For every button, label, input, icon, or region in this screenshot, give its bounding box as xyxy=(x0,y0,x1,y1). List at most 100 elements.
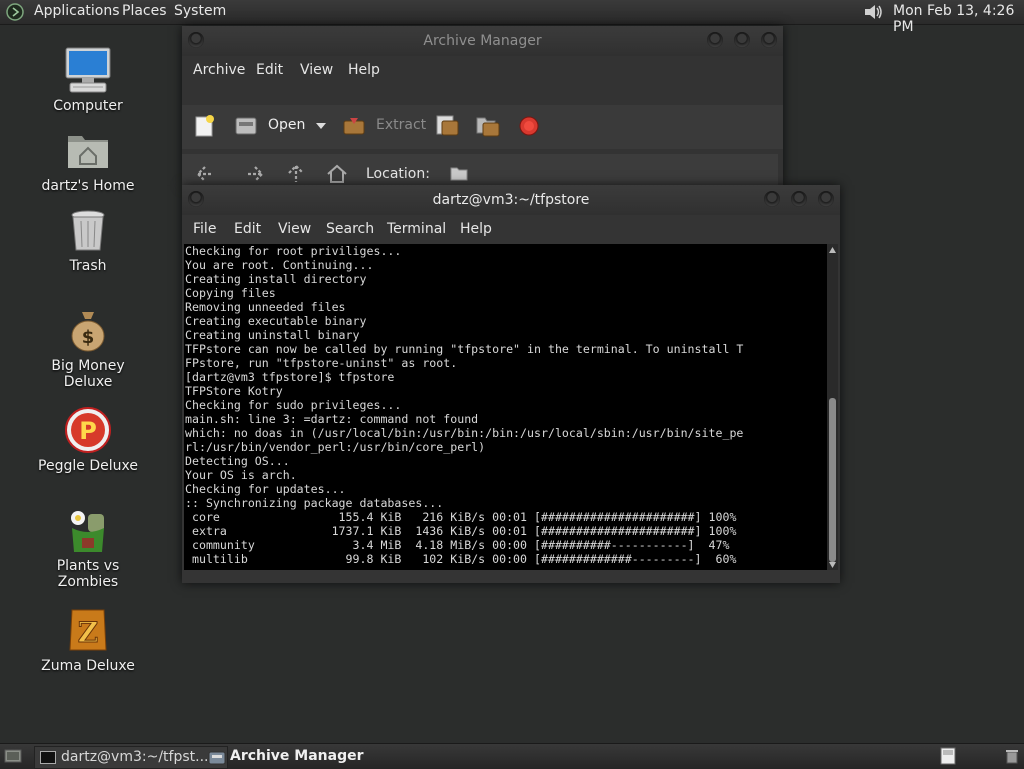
close-button[interactable] xyxy=(818,191,834,207)
terminal-line: Checking for updates... xyxy=(185,482,346,496)
terminal-line: Creating uninstall binary xyxy=(185,328,360,342)
trash-applet-icon[interactable] xyxy=(1005,749,1019,764)
clock[interactable]: Mon Feb 13, 4:26 PM xyxy=(893,3,1024,35)
home-icon[interactable] xyxy=(326,163,348,185)
computer-icon xyxy=(64,46,112,94)
stop-icon[interactable] xyxy=(519,116,539,136)
folder-icon[interactable] xyxy=(450,166,468,181)
menu-archive[interactable]: Archive xyxy=(193,62,245,78)
taskbar-archive-manager[interactable]: Archive Manager xyxy=(204,746,460,767)
archive-titlebar[interactable]: Archive Manager xyxy=(182,26,783,56)
add-folder-icon[interactable] xyxy=(475,113,501,139)
open-archive-icon[interactable] xyxy=(234,116,258,136)
desktop-icon-label: Trash xyxy=(69,258,107,274)
terminal-line: Copying files xyxy=(185,286,276,300)
svg-text:$: $ xyxy=(82,327,95,348)
maximize-button[interactable] xyxy=(791,191,807,207)
terminal-line: Checking for sudo privileges... xyxy=(185,398,402,412)
desktop-icon-label: Computer xyxy=(53,98,123,114)
minimize-button[interactable] xyxy=(764,191,780,207)
archive-manager-window[interactable]: Archive Manager Archive Edit View Help O… xyxy=(182,26,783,194)
applications-menu[interactable]: Applications xyxy=(34,3,120,19)
menu-edit[interactable]: Edit xyxy=(256,62,283,78)
taskbar-terminal[interactable]: dartz@vm3:~/tfpst... xyxy=(34,746,228,769)
archive-toolbar: Open Extract xyxy=(182,105,783,149)
extract-button[interactable]: Extract xyxy=(376,117,426,133)
zuma-icon: Z xyxy=(64,606,112,654)
desktop-icon-peggle[interactable]: P Peggle Deluxe xyxy=(28,406,148,474)
terminal-output[interactable]: Checking for root priviliges... You are r… xyxy=(184,244,827,570)
scrollbar-thumb[interactable] xyxy=(829,398,836,562)
minimize-button[interactable] xyxy=(707,32,723,48)
window-menu-button[interactable] xyxy=(188,32,204,48)
terminal-line: FPstore, run "tfpstore-uninst" as root. xyxy=(185,356,458,370)
terminal-line: [dartz@vm3 tfpstore]$ tfpstore xyxy=(185,370,395,384)
menu-edit[interactable]: Edit xyxy=(234,221,261,237)
desktop-icon-trash[interactable]: Trash xyxy=(28,206,148,274)
terminal-line: Creating executable binary xyxy=(185,314,367,328)
up-icon[interactable] xyxy=(286,163,306,185)
show-desktop-icon[interactable] xyxy=(4,748,22,764)
desktop-icon-home[interactable]: dartz's Home xyxy=(28,126,148,194)
back-icon[interactable] xyxy=(194,164,216,184)
places-menu[interactable]: Places xyxy=(122,3,167,19)
distro-logo-icon[interactable] xyxy=(6,3,24,21)
location-label: Location: xyxy=(366,166,430,182)
workspace-switcher-icon[interactable] xyxy=(940,747,956,765)
terminal-line: Creating install directory xyxy=(185,272,367,286)
menu-help[interactable]: Help xyxy=(348,62,380,78)
svg-text:P: P xyxy=(79,417,97,445)
forward-icon[interactable] xyxy=(244,164,266,184)
open-button[interactable]: Open xyxy=(268,117,305,133)
svg-text:Z: Z xyxy=(78,616,98,649)
terminal-line: multilib 99.8 KiB 102 KiB/s 00:00 [#####… xyxy=(185,552,737,566)
home-folder-icon xyxy=(64,126,112,174)
new-archive-icon[interactable] xyxy=(194,114,216,138)
maximize-button[interactable] xyxy=(734,32,750,48)
desktop-icon-plants-vs-zombies[interactable]: Plants vs Zombies xyxy=(28,506,148,590)
desktop-icon-label: Zuma Deluxe xyxy=(41,658,135,674)
terminal-window[interactable]: dartz@vm3:~/tfpstore File Edit View Sear… xyxy=(182,185,840,583)
extract-icon[interactable] xyxy=(342,115,366,137)
taskbar-label: dartz@vm3:~/tfpst... xyxy=(61,749,209,765)
close-button[interactable] xyxy=(761,32,777,48)
terminal-line: extra 1737.1 KiB 1436 KiB/s 00:01 [#####… xyxy=(185,524,737,538)
money-bag-icon: $ xyxy=(64,306,112,354)
desktop-icon-computer[interactable]: Computer xyxy=(28,46,148,114)
terminal-menubar: File Edit View Search Terminal Help xyxy=(182,221,840,241)
window-menu-button[interactable] xyxy=(188,191,204,207)
window-title: Archive Manager xyxy=(423,33,542,49)
menu-help[interactable]: Help xyxy=(460,221,492,237)
terminal-line: TFPstore can now be called by running "t… xyxy=(185,342,744,356)
terminal-line: Removing unneeded files xyxy=(185,300,346,314)
menu-view[interactable]: View xyxy=(300,62,333,78)
scroll-up-arrow-icon[interactable] xyxy=(829,247,836,253)
desktop-icon-label: Big Money Deluxe xyxy=(51,358,125,390)
menu-terminal[interactable]: Terminal xyxy=(387,221,446,237)
terminal-line: Checking for root priviliges... xyxy=(185,244,402,258)
peggle-icon: P xyxy=(64,406,112,454)
archive-manager-icon xyxy=(208,751,226,765)
add-files-icon[interactable] xyxy=(434,113,460,139)
open-dropdown-arrow-icon[interactable] xyxy=(315,121,327,131)
desktop-icon-zuma[interactable]: Z Zuma Deluxe xyxy=(28,606,148,674)
terminal-line: which: no doas in (/usr/local/bin:/usr/b… xyxy=(185,426,744,440)
volume-icon[interactable] xyxy=(862,2,886,22)
desktop-icon-big-money[interactable]: $ Big Money Deluxe xyxy=(28,306,148,390)
terminal-titlebar[interactable]: dartz@vm3:~/tfpstore xyxy=(182,185,840,215)
terminal-line: You are root. Continuing... xyxy=(185,258,374,272)
menu-search[interactable]: Search xyxy=(326,221,374,237)
desktop-icon-label: Plants vs Zombies xyxy=(56,558,120,590)
terminal-line: TFPStore Kotry xyxy=(185,384,283,398)
menu-view[interactable]: View xyxy=(278,221,311,237)
terminal-scrollbar[interactable] xyxy=(827,244,838,570)
menu-file[interactable]: File xyxy=(193,221,216,237)
terminal-line: rl:/usr/bin/vendor_perl:/usr/bin/core_pe… xyxy=(185,440,486,454)
terminal-icon xyxy=(40,751,56,764)
system-menu[interactable]: System xyxy=(174,3,226,19)
terminal-line: :: Synchronizing package databases... xyxy=(185,496,444,510)
terminal-line: main.sh: line 3: =dartz: command not fou… xyxy=(185,412,479,426)
scroll-down-arrow-icon[interactable] xyxy=(829,562,836,568)
trash-icon xyxy=(64,206,112,254)
desktop-icon-label: dartz's Home xyxy=(41,178,135,194)
